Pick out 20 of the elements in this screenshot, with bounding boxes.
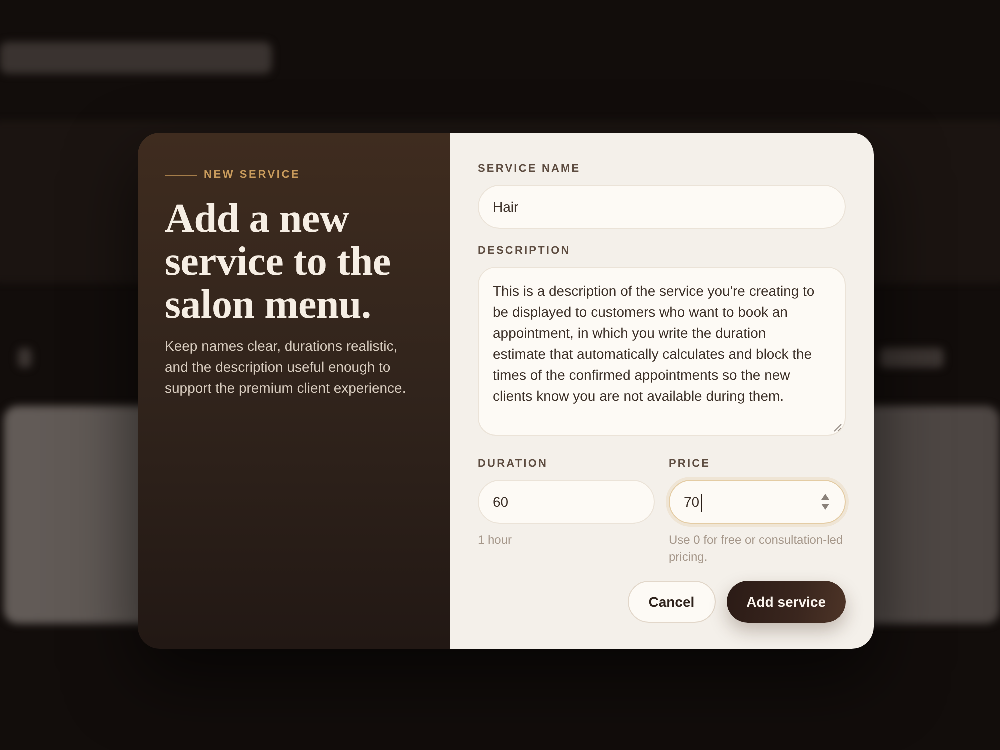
blurred-stat-bar bbox=[18, 348, 32, 368]
price-field[interactable]: 70 bbox=[669, 480, 846, 524]
field-label: SERVICE NAME bbox=[478, 162, 581, 176]
add-service-button[interactable]: Add service bbox=[726, 581, 846, 623]
field-hint: Use 0 for free or consultation-led pricing. bbox=[669, 532, 844, 566]
duration-field[interactable]: 60 bbox=[478, 480, 655, 524]
resize-grip-icon[interactable] bbox=[834, 424, 842, 432]
field-hint: 1 hour bbox=[478, 532, 514, 549]
blurred-stat-bar bbox=[880, 348, 944, 368]
stepper-arrows-icon[interactable] bbox=[821, 492, 830, 512]
cancel-button[interactable]: Cancel bbox=[628, 581, 716, 623]
service-name-field[interactable]: Hair bbox=[478, 185, 846, 229]
dialog-heading: Add a new service to the salon menu. bbox=[165, 197, 392, 326]
eyebrow-label: NEW SERVICE bbox=[204, 168, 301, 182]
field-label: DESCRIPTION bbox=[478, 244, 571, 258]
description-field[interactable]: This is a description of the service you're creating to be displayed to customers who want to book an appointment, in which you write the duration estimate that automatically calculates and block the times of the confirmed appointments so the new clients know you are not available during them. bbox=[478, 267, 846, 436]
field-label: DURATION bbox=[478, 457, 548, 471]
text-cursor-icon bbox=[700, 494, 702, 512]
intro-text: Keep names clear, durations realistic, and the description useful enough to support the premium client experience. bbox=[165, 337, 408, 398]
field-label: PRICE bbox=[669, 457, 711, 471]
